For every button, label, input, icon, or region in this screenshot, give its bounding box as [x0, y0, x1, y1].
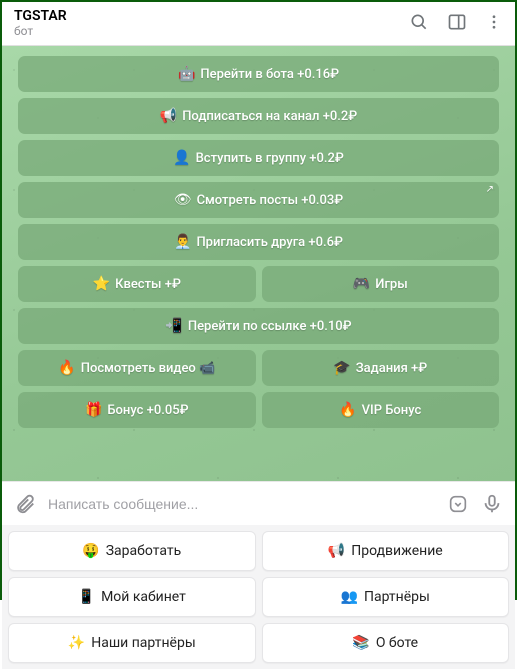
inline-button[interactable]: 🎮 Игры	[262, 266, 500, 302]
button-emoji-icon: 📲	[165, 318, 182, 334]
chat-header: TGSTAR бот	[2, 2, 515, 46]
keyboard-button[interactable]: 📢 Продвижение	[262, 531, 510, 571]
share-indicator-icon: ↗	[486, 184, 494, 195]
keyboard-button[interactable]: 📱 Мой кабинет	[8, 577, 256, 617]
button-emoji-icon: 📱	[78, 589, 95, 605]
inline-button[interactable]: 🎁 Бонус +0.05₽	[18, 392, 256, 428]
inline-row: 🤖 Перейти в бота +0.16₽	[18, 56, 499, 92]
bot-commands-icon[interactable]	[447, 493, 469, 515]
button-emoji-icon: 📢	[160, 108, 177, 124]
button-emoji-icon: 🔥	[58, 360, 75, 376]
button-label: О боте	[376, 635, 418, 651]
keyboard-button[interactable]: 👥 Партнёры	[262, 577, 510, 617]
inline-row: 📲 Перейти по ссылке +0.10₽	[18, 308, 499, 344]
chat-title: TGSTAR	[14, 8, 409, 24]
button-label: Квесты +₽	[115, 277, 181, 292]
button-label: Подписаться на канал +0.2₽	[182, 109, 357, 124]
inline-row: ⭐ Квесты +₽ 🎮 Игры	[18, 266, 499, 302]
button-emoji-icon: 🎁	[85, 402, 102, 418]
search-icon[interactable]	[409, 12, 429, 32]
button-label: Игры	[375, 277, 407, 292]
button-label: Мой кабинет	[101, 589, 186, 605]
inline-button[interactable]: ⭐ Квесты +₽	[18, 266, 256, 302]
message-input-bar	[2, 481, 515, 525]
more-icon[interactable]	[485, 12, 503, 32]
keyboard-button[interactable]: 🤑 Заработать	[8, 531, 256, 571]
button-label: Продвижение	[351, 543, 442, 559]
button-label: Посмотреть видео 📹	[81, 361, 216, 376]
button-label: Партнёры	[364, 589, 430, 605]
button-label: Вступить в группу +0.2₽	[196, 151, 344, 166]
button-label: Бонус +0.05₽	[107, 403, 188, 418]
inline-button[interactable]: 👤 Вступить в группу +0.2₽	[18, 140, 499, 176]
button-label: Смотреть посты +0.03₽	[197, 193, 344, 208]
button-emoji-icon: 📚	[352, 635, 369, 651]
message-input[interactable]	[48, 496, 435, 512]
inline-button[interactable]: 👁 Смотреть посты +0.03₽ ↗	[18, 182, 499, 218]
button-label: Пригласить друга +0.6₽	[196, 235, 343, 250]
button-emoji-icon: ⭐	[93, 276, 110, 292]
keyboard-row: ✨ Наши партнёры 📚 О боте	[8, 623, 509, 663]
inline-button[interactable]: 🔥 Посмотреть видео 📹	[18, 350, 256, 386]
attach-icon[interactable]	[14, 493, 36, 515]
button-emoji-icon: 👤	[173, 150, 190, 166]
button-label: Перейти по ссылке +0.10₽	[188, 319, 352, 334]
keyboard-row: 🤑 Заработать 📢 Продвижение	[8, 531, 509, 571]
button-emoji-icon: 🤑	[82, 543, 99, 559]
button-emoji-icon: 👁	[174, 192, 192, 208]
button-emoji-icon: 👥	[341, 589, 358, 605]
inline-row: 👁 Смотреть посты +0.03₽ ↗	[18, 182, 499, 218]
button-label: Перейти в бота +0.16₽	[200, 67, 339, 82]
button-label: Заработать	[106, 543, 181, 559]
inline-button[interactable]: 📢 Подписаться на канал +0.2₽	[18, 98, 499, 134]
sidebar-icon[interactable]	[447, 12, 467, 32]
reply-keyboard: 🤑 Заработать 📢 Продвижение 📱 Мой кабинет 👥 Парт…	[2, 525, 515, 669]
button-emoji-icon: 📢	[328, 543, 345, 559]
inline-button[interactable]: 🤖 Перейти в бота +0.16₽	[18, 56, 499, 92]
button-emoji-icon: 🎮	[353, 276, 370, 292]
inline-row: 🔥 Посмотреть видео 📹 🎓 Задания +₽	[18, 350, 499, 386]
chat-area: 🤖 Перейти в бота +0.16₽ 📢 Подписаться на ка…	[2, 46, 515, 481]
keyboard-button[interactable]: ✨ Наши партнёры	[8, 623, 256, 663]
button-emoji-icon: 🎓	[333, 360, 350, 376]
button-emoji-icon: ✨	[68, 635, 85, 651]
button-emoji-icon: 🔥	[339, 402, 356, 418]
button-label: Наши партнёры	[91, 635, 195, 651]
inline-button[interactable]: 📲 Перейти по ссылке +0.10₽	[18, 308, 499, 344]
chat-subtitle: бот	[14, 24, 409, 38]
inline-row: 👤 Вступить в группу +0.2₽	[18, 140, 499, 176]
mic-icon[interactable]	[481, 493, 503, 515]
inline-button[interactable]: 🎓 Задания +₽	[262, 350, 500, 386]
keyboard-button[interactable]: 📚 О боте	[262, 623, 510, 663]
inline-row: 👨‍💼 Пригласить друга +0.6₽	[18, 224, 499, 260]
inline-row: 📢 Подписаться на канал +0.2₽	[18, 98, 499, 134]
button-label: Задания +₽	[356, 361, 427, 376]
inline-button[interactable]: 👨‍💼 Пригласить друга +0.6₽	[18, 224, 499, 260]
inline-row: 🎁 Бонус +0.05₽ 🔥 VIP Бонус	[18, 392, 499, 428]
button-label: VIP Бонус	[362, 403, 422, 418]
inline-button[interactable]: 🔥 VIP Бонус	[262, 392, 500, 428]
button-emoji-icon: 👨‍💼	[174, 234, 191, 250]
button-emoji-icon: 🤖	[178, 66, 195, 82]
keyboard-row: 📱 Мой кабинет 👥 Партнёры	[8, 577, 509, 617]
